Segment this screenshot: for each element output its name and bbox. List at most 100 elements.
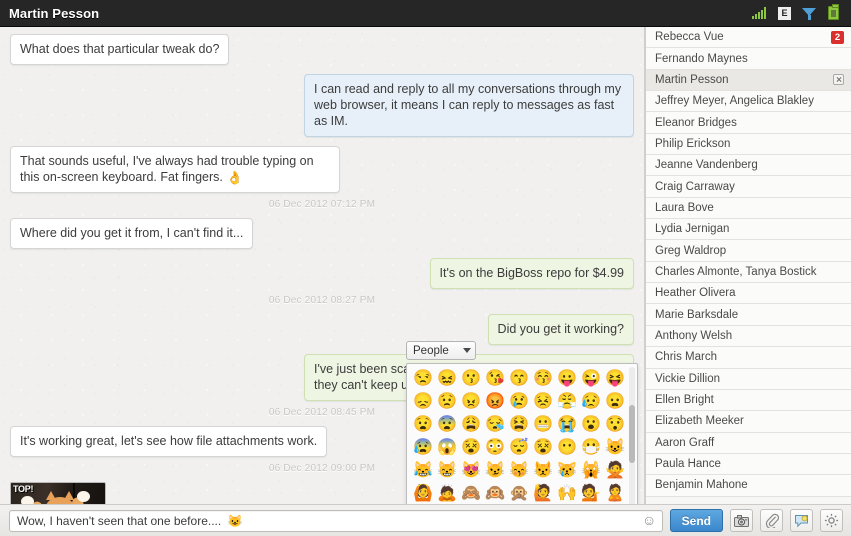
emoji-cell[interactable]: 🙆 — [411, 483, 435, 504]
emoji-cell[interactable]: 💁 — [579, 483, 603, 504]
contact-list-item[interactable]: Anthony Welsh — [646, 325, 851, 348]
sticker-icon[interactable] — [790, 509, 813, 532]
emoji-cell[interactable]: 😥 — [579, 391, 603, 413]
message-text: I can read and reply to all my conversat… — [314, 82, 622, 128]
emoji-cell[interactable]: 😩 — [459, 414, 483, 436]
emoji-cell[interactable]: 🙇 — [435, 483, 459, 504]
contact-list-item[interactable]: Heather Olivera — [646, 283, 851, 305]
contact-list-item[interactable]: Philip Erickson — [646, 133, 851, 156]
contact-list-item[interactable]: Aaron Graff — [646, 432, 851, 454]
emoji-cell[interactable]: 😡 — [483, 391, 507, 413]
emoji-cell[interactable]: 😾 — [531, 460, 555, 482]
emoji-cell[interactable]: 😭 — [555, 414, 579, 436]
message-text: That sounds useful, I've always had trou… — [20, 154, 314, 184]
emoji-cell[interactable]: 😘 — [483, 368, 507, 390]
attachment-image[interactable]: TOP! — [10, 482, 106, 504]
contact-list-item[interactable]: Craig Carraway — [646, 176, 851, 198]
send-button[interactable]: Send — [669, 509, 723, 532]
emoji-cell[interactable]: 😻 — [459, 460, 483, 482]
contact-list-item[interactable]: Elizabeth Meeker — [646, 411, 851, 433]
contact-list-item[interactable]: Benjamin Mahone — [646, 475, 851, 497]
emoji-cell[interactable]: 🙅 — [603, 460, 627, 482]
emoji-cell[interactable]: 😒 — [411, 368, 435, 390]
emoji-cell[interactable]: 😤 — [555, 391, 579, 413]
emoji-cell[interactable]: 😯 — [603, 414, 627, 436]
emoji-cell[interactable]: 😟 — [435, 391, 459, 413]
emoji-category-select[interactable]: People — [406, 341, 476, 360]
emoji-cell[interactable]: 😹 — [411, 460, 435, 482]
message-bubble: Where did you get it from, I can't find … — [10, 218, 254, 249]
emoji-cell[interactable]: 😵 — [531, 437, 555, 459]
emoji-picker[interactable]: People 😒 😖 😗 😘 😙 😚 😛 😜 😝 😞 😟 😠 😡 😢 😣 😤 😥 😦 😧 😨 😩 😪 😫 😬 😭 😮 😯 😰 😱 😵 😳 😴 😵… — [406, 341, 638, 504]
emoji-cell[interactable]: 🙋 — [531, 483, 555, 504]
gear-icon[interactable] — [820, 509, 843, 532]
message-input[interactable] — [9, 509, 663, 532]
contact-name: Heather Olivera — [655, 287, 736, 300]
emoji-cell[interactable]: 😜 — [579, 368, 603, 390]
emoji-cell[interactable]: 😴 — [507, 437, 531, 459]
emoji-cell[interactable]: 😿 — [555, 460, 579, 482]
emoji-picker-body[interactable]: 😒 😖 😗 😘 😙 😚 😛 😜 😝 😞 😟 😠 😡 😢 😣 😤 😥 😦 😧 😨 😩 😪 😫 😬 😭 😮 😯 😰 😱 😵 😳 😴 😵 😶 😷 😺 😹 😸 😻 😼… — [406, 363, 638, 504]
contact-name: Craig Carraway — [655, 180, 735, 193]
emoji-cell[interactable]: 😫 — [507, 414, 531, 436]
emoji-cell[interactable]: 🙀 — [579, 460, 603, 482]
emoji-cell[interactable]: 😳 — [483, 437, 507, 459]
contact-list-item[interactable]: Jeanne Vandenberg — [646, 155, 851, 177]
contact-list-item[interactable]: Lydia Jernigan — [646, 219, 851, 241]
emoji-cell[interactable]: 😢 — [507, 391, 531, 413]
emoji-cell[interactable]: 😧 — [411, 414, 435, 436]
message-row: It's on the BigBoss repo for $4.99 — [10, 258, 634, 289]
emoji-cell[interactable]: 😸 — [435, 460, 459, 482]
emoji-cell[interactable]: 😝 — [603, 368, 627, 390]
emoji-cell[interactable]: 🙈 — [459, 483, 483, 504]
contact-list-item[interactable]: Eleanor Bridges — [646, 112, 851, 134]
emoji-cell[interactable]: 😞 — [411, 391, 435, 413]
contact-list-item[interactable]: Fernando Maynes — [646, 48, 851, 70]
emoji-cell[interactable]: 😖 — [435, 368, 459, 390]
emoji-cell[interactable]: 😰 — [411, 437, 435, 459]
emoji-cell[interactable]: 🙉 — [483, 483, 507, 504]
contact-list-sidebar[interactable]: Rebecca Vue 2 Fernando Maynes Martin Pesson… — [645, 27, 851, 504]
message-row: Where did you get it from, I can't find … — [10, 218, 634, 249]
contact-list-item[interactable]: Ellen Bright — [646, 389, 851, 412]
contact-list-item[interactable]: Charles Almonte, Tanya Bostick — [646, 261, 851, 284]
contact-list-item[interactable]: Jeffrey Meyer, Angelica Blakley — [646, 91, 851, 113]
emoji-picker-scrollbar[interactable] — [629, 367, 635, 504]
emoji-cell[interactable]: 🙌 — [555, 483, 579, 504]
emoji-cell[interactable]: 😣 — [531, 391, 555, 413]
contact-list-item[interactable]: Greg Waldrop — [646, 240, 851, 262]
emoji-cell[interactable]: 😽 — [507, 460, 531, 482]
emoji-cell[interactable]: 😠 — [459, 391, 483, 413]
emoji-cell[interactable]: 😛 — [555, 368, 579, 390]
contact-list-item[interactable]: Marie Barksdale — [646, 304, 851, 326]
emoji-cell[interactable]: 😷 — [579, 437, 603, 459]
emoji-cell[interactable]: 😚 — [531, 368, 555, 390]
emoji-cell[interactable]: 😨 — [435, 414, 459, 436]
contact-list-item[interactable]: Vickie Dillion — [646, 368, 851, 390]
camera-icon[interactable] — [730, 509, 753, 532]
emoji-cell[interactable]: 😙 — [507, 368, 531, 390]
smiley-face-icon[interactable]: ☺ — [642, 512, 657, 528]
emoji-cell[interactable]: 😗 — [459, 368, 483, 390]
conversation-panel[interactable]: What does that particular tweak do? I can… — [0, 27, 645, 504]
emoji-cell[interactable]: 🙎 — [603, 483, 627, 504]
emoji-cell[interactable]: 😵 — [459, 437, 483, 459]
paperclip-icon[interactable] — [760, 509, 783, 532]
close-icon[interactable] — [833, 74, 844, 86]
emoji-cell[interactable]: 😦 — [603, 391, 627, 413]
emoji-cell[interactable]: 😼 — [483, 460, 507, 482]
emoji-cell[interactable]: 😶 — [555, 437, 579, 459]
emoji-cell[interactable]: 😱 — [435, 437, 459, 459]
contact-list-item[interactable]: Martin Pesson — [646, 69, 851, 92]
message-text: It's on the BigBoss repo for $4.99 — [439, 266, 624, 280]
emoji-cell[interactable]: 😺 — [603, 437, 627, 459]
message-bubble: That sounds useful, I've always had trou… — [10, 146, 340, 193]
contact-list-item[interactable]: Laura Bove — [646, 197, 851, 220]
contact-list-item[interactable]: Paula Hance — [646, 453, 851, 476]
emoji-cell[interactable]: 😪 — [483, 414, 507, 436]
contact-list-item[interactable]: Chris March — [646, 347, 851, 369]
emoji-cell[interactable]: 😮 — [579, 414, 603, 436]
emoji-cell[interactable]: 😬 — [531, 414, 555, 436]
contact-list-item[interactable]: Rebecca Vue 2 — [646, 27, 851, 49]
emoji-cell[interactable]: 🙊 — [507, 483, 531, 504]
